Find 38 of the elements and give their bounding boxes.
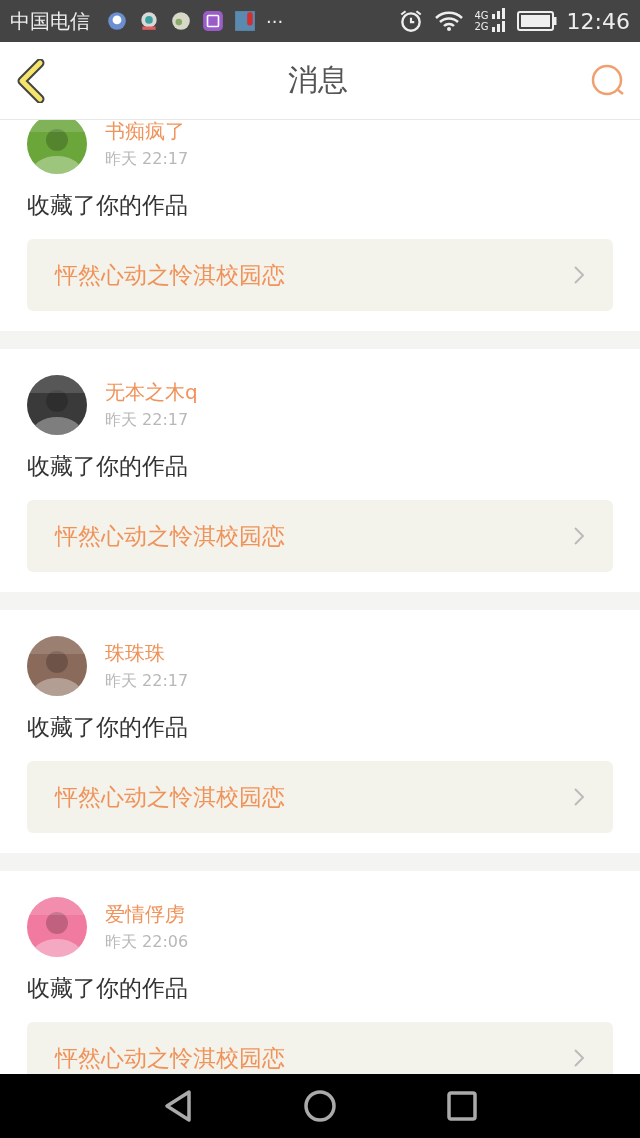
battery-icon [516,11,557,31]
home-nav-button[interactable] [303,1089,337,1123]
chevron-right-icon [573,526,585,546]
more-notifications: ··· [266,10,284,32]
gallery-icon [202,10,224,32]
back-nav-button[interactable] [163,1089,193,1123]
app-notification-icon [106,10,128,32]
chevron-right-icon [573,787,585,807]
network-type: 2G [474,21,489,32]
network-type: 4G [474,10,489,21]
chevron-right-icon [573,265,585,285]
user-name[interactable]: 书痴疯了 [105,120,189,145]
app-notification-icon [170,10,192,32]
recents-nav-button[interactable] [447,1091,477,1121]
chevron-right-icon [573,1048,585,1068]
message-text: 收藏了你的作品 [27,974,189,1003]
user-name[interactable]: 无本之木q [105,379,198,406]
carrier-name: 中国电信 [10,7,90,35]
work-link[interactable]: 怦然心动之怜淇校园恋 [27,239,613,311]
user-name[interactable]: 爱情俘虏 [105,901,189,928]
message-time: 昨天 22:17 [105,671,189,692]
message-time: 昨天 22:17 [105,410,190,431]
work-link[interactable]: 怦然心动之怜淇校园恋 [27,761,613,833]
message-text: 收藏了你的作品 [27,713,189,742]
message-time: 昨天 22:17 [105,149,189,170]
signal-icon [490,8,507,34]
work-link[interactable]: 怦然心动之怜淇校园恋 [27,500,613,572]
wifi-icon [434,10,465,32]
back-button[interactable] [16,58,46,103]
message-text: 收藏了你的作品 [27,191,189,220]
work-link[interactable]: 怦然心动之怜淇校园恋 [27,1022,613,1074]
app-notification-icon [234,10,256,32]
clock-time: 12:46 [566,8,630,34]
app-notification-icon [138,10,160,32]
page-title: 消息 [288,61,348,99]
message-text: 收藏了你的作品 [27,452,189,481]
user-name[interactable]: 珠珠珠 [105,640,189,667]
message-time: 昨天 22:06 [105,932,189,953]
